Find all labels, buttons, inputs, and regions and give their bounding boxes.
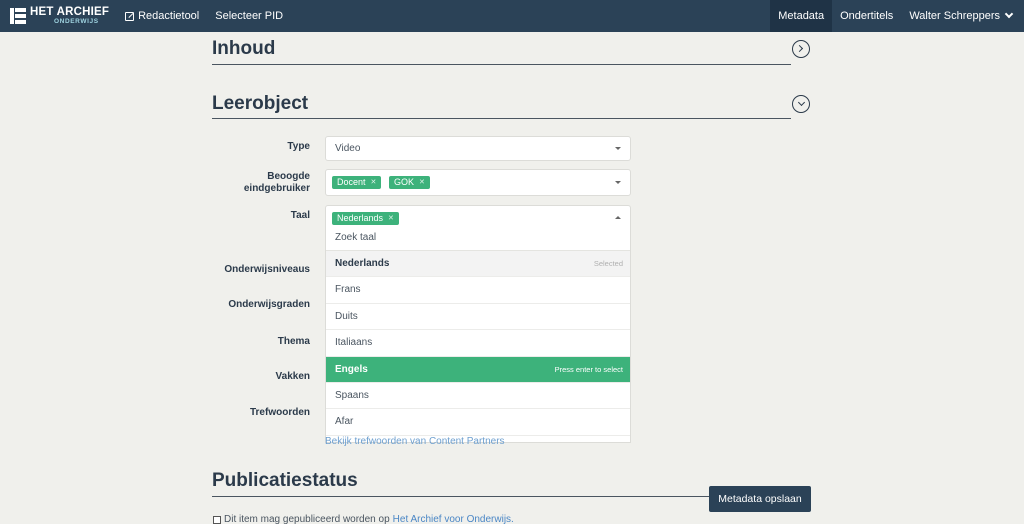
section-leerobject: Leerobject — [212, 93, 791, 119]
taal-search-input[interactable]: Zoek taal — [326, 225, 630, 251]
chevron-down-icon — [1004, 9, 1014, 19]
option-frans[interactable]: Frans — [326, 277, 630, 304]
option-afar[interactable]: Afar — [326, 409, 630, 436]
taal-search-placeholder: Zoek taal — [335, 232, 377, 243]
caret-down-icon — [615, 147, 621, 150]
remove-tag-icon[interactable]: ✕ — [419, 176, 425, 189]
section-title-leerobject: Leerobject — [212, 93, 309, 114]
chevron-down-icon — [797, 98, 805, 106]
section-title-inhoud: Inhoud — [212, 38, 276, 59]
collapse-leerobject-button[interactable] — [792, 95, 810, 113]
edit-icon — [125, 11, 135, 21]
save-metadata-button[interactable]: Metadata opslaan — [709, 486, 811, 512]
archive-logo-icon — [10, 6, 26, 26]
taal-label: Taal — [290, 210, 310, 221]
publish-link[interactable]: Het Archief voor Onderwijs. — [393, 514, 514, 524]
thema-label: Thema — [277, 336, 310, 347]
nav-select-pid[interactable]: Selecteer PID — [207, 0, 291, 32]
eindgebruiker-select[interactable]: Docent ✕ GOK ✕ — [325, 169, 631, 196]
logo-subtitle: ONDERWIJS — [54, 18, 99, 25]
remove-tag-icon[interactable]: ✕ — [388, 212, 394, 225]
user-name: Walter Schreppers — [909, 10, 1000, 22]
type-select[interactable]: Video — [325, 136, 631, 161]
publish-text: Dit item mag gepubliceerd worden op — [224, 514, 390, 524]
taal-select[interactable]: Nederlands ✕ — [325, 205, 631, 226]
vakken-label: Vakken — [275, 371, 310, 382]
top-navbar: HET ARCHIEF ONDERWIJS Redactietool Selec… — [0, 0, 1024, 32]
nav-subtitles-label: Ondertitels — [840, 10, 894, 22]
option-spaans[interactable]: Spaans — [326, 383, 630, 410]
tag-docent[interactable]: Docent ✕ — [332, 176, 382, 189]
chevron-right-icon — [795, 44, 804, 53]
option-hint: Press enter to select — [554, 364, 623, 374]
section-publicatiestatus: Publicatiestatus — [212, 470, 709, 497]
caret-down-icon — [615, 181, 621, 184]
nav-edit-tool-label: Redactietool — [138, 10, 200, 22]
tag-nederlands-label: Nederlands — [337, 213, 384, 223]
onderwijsgraden-label: Onderwijsgraden — [228, 299, 310, 310]
tag-gok[interactable]: GOK ✕ — [389, 176, 430, 189]
section-inhoud: Inhoud — [212, 38, 791, 65]
option-duits[interactable]: Duits — [326, 304, 630, 331]
tag-nederlands[interactable]: Nederlands ✕ — [332, 212, 399, 225]
option-engels[interactable]: Engels Press enter to select — [326, 356, 630, 383]
caret-up-icon — [615, 216, 621, 219]
trefwoorden-link[interactable]: Bekijk trefwoorden van Content Partners — [325, 436, 505, 447]
publish-checkbox[interactable] — [213, 515, 221, 524]
type-label: Type — [287, 141, 310, 152]
taal-dropdown: Zoek taal Nederlands Selected Frans Duit… — [325, 225, 631, 443]
logo-title: HET ARCHIEF — [30, 5, 110, 18]
trefwoorden-label: Trefwoorden — [249, 407, 310, 418]
option-italiaans[interactable]: Italiaans — [326, 330, 630, 357]
publish-checkbox-row: Dit item mag gepubliceerd worden op Het … — [213, 514, 514, 524]
tag-gok-label: GOK — [394, 177, 415, 187]
nav-edit-tool[interactable]: Redactietool — [117, 0, 207, 32]
option-hint: Selected — [593, 259, 623, 268]
remove-tag-icon[interactable]: ✕ — [371, 176, 377, 189]
nav-subtitles[interactable]: Ondertitels — [832, 0, 901, 32]
logo[interactable]: HET ARCHIEF ONDERWIJS — [10, 0, 109, 32]
onderwijsniveaus-label: Onderwijsniveaus — [224, 264, 310, 275]
type-value: Video — [335, 143, 361, 154]
nav-metadata[interactable]: Metadata — [770, 0, 833, 32]
section-title-publicatiestatus: Publicatiestatus — [212, 470, 358, 491]
eindgebruiker-label: Beoogde eindgebruiker — [243, 171, 310, 194]
expand-inhoud-button[interactable] — [792, 40, 810, 58]
nav-metadata-label: Metadata — [778, 10, 825, 22]
nav-select-pid-label: Selecteer PID — [215, 10, 284, 22]
user-menu[interactable]: Walter Schreppers — [901, 0, 1024, 32]
option-nederlands[interactable]: Nederlands Selected — [326, 251, 630, 278]
tag-docent-label: Docent — [337, 177, 366, 187]
